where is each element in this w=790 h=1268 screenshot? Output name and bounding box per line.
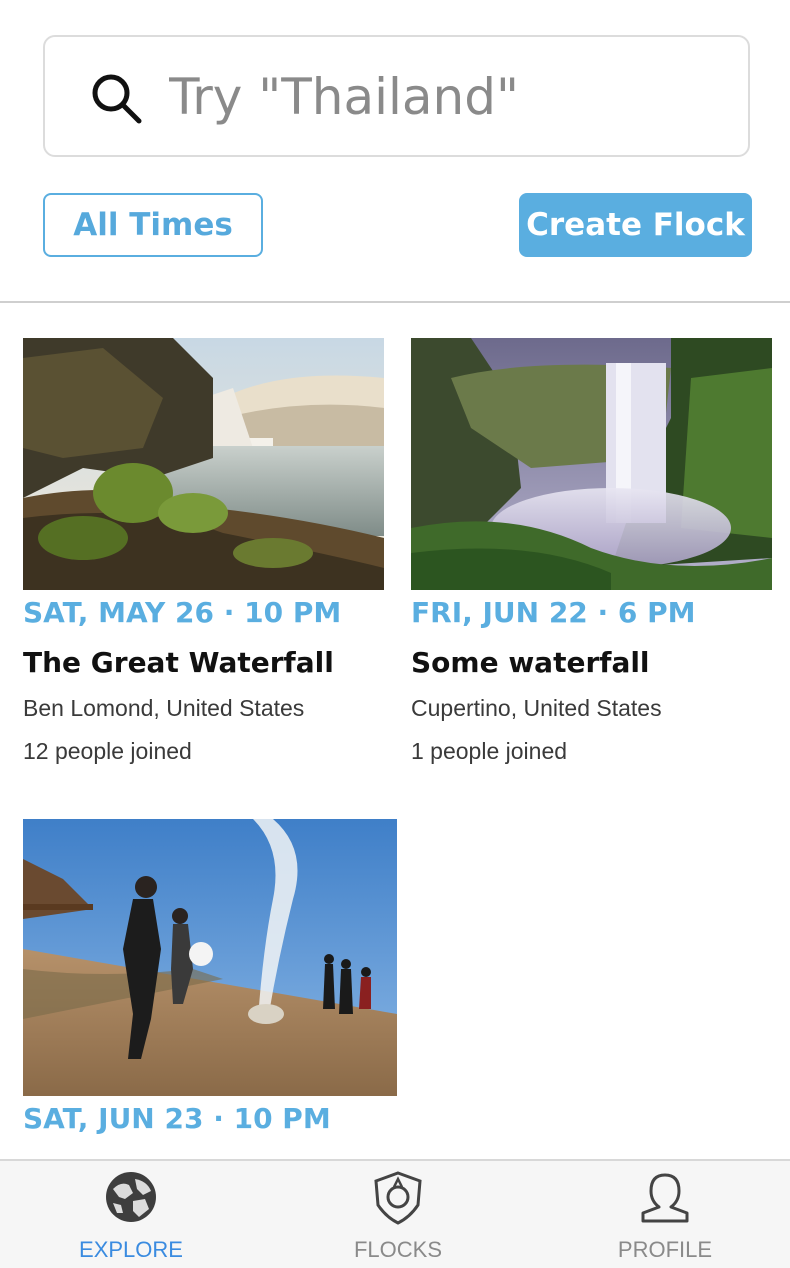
event-joined-count: 1 people joined: [411, 738, 568, 764]
bottom-tab-bar: EXPLORE FLOCKS PROFILE: [0, 1159, 790, 1268]
event-location: Cupertino, United States: [411, 695, 662, 721]
event-date: SAT, MAY 26 · 10 PM: [23, 596, 342, 629]
globe-icon: [106, 1172, 156, 1222]
event-date: SAT, JUN 23 · 10 PM: [23, 1102, 331, 1135]
header-divider: [0, 301, 790, 303]
event-photo: [23, 338, 384, 590]
tab-profile[interactable]: PROFILE: [565, 1161, 765, 1268]
event-photo: [411, 338, 772, 590]
search-bar[interactable]: [43, 35, 750, 157]
event-card[interactable]: FRI, JUN 22 · 6 PM Some waterfall Cupert…: [411, 338, 772, 778]
tab-label: PROFILE: [617, 1237, 713, 1262]
all-times-button[interactable]: All Times: [43, 193, 263, 257]
event-photo: [23, 819, 397, 1096]
create-flock-button[interactable]: Create Flock: [519, 193, 752, 257]
search-icon: [92, 74, 142, 124]
person-icon: [641, 1173, 689, 1223]
tab-flocks[interactable]: FLOCKS: [298, 1161, 498, 1268]
event-title: Some waterfall: [411, 646, 650, 679]
event-date: FRI, JUN 22 · 6 PM: [411, 596, 696, 629]
tab-explore[interactable]: EXPLORE: [31, 1161, 231, 1268]
event-location: Ben Lomond, United States: [23, 695, 305, 721]
tab-label: FLOCKS: [353, 1237, 443, 1262]
search-input[interactable]: [169, 61, 729, 133]
bird-shield-icon: [374, 1171, 422, 1225]
event-title: The Great Waterfall: [23, 646, 334, 679]
event-card[interactable]: SAT, JUN 23 · 10 PM: [23, 819, 397, 1149]
tab-label: EXPLORE: [79, 1237, 183, 1262]
event-joined-count: 12 people joined: [23, 738, 192, 764]
event-card[interactable]: SAT, MAY 26 · 10 PM The Great Waterfall …: [23, 338, 384, 778]
